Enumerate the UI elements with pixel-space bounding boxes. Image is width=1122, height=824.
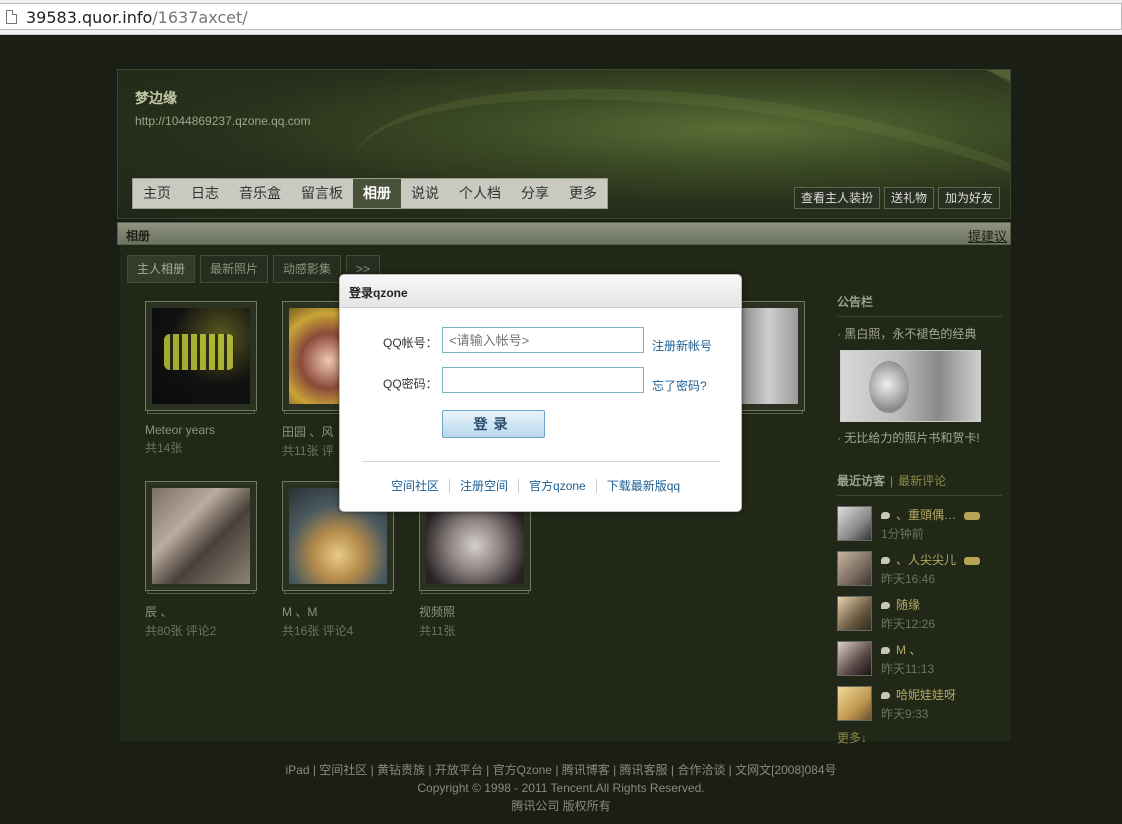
nav-item-status[interactable]: 说说 — [401, 179, 449, 208]
notice-link-1[interactable]: · 黑白照，永不褪色的经典 — [837, 325, 1002, 342]
avatar[interactable] — [837, 551, 872, 586]
download-qq-link[interactable]: 下载最新版qq — [595, 479, 690, 493]
site-title[interactable]: 梦边缘 — [135, 88, 177, 108]
visitor-name[interactable]: M 、 — [896, 643, 921, 657]
avatar[interactable] — [837, 596, 872, 631]
notice-link-2[interactable]: · 无比给力的照片书和贺卡! — [837, 429, 1002, 446]
official-qzone-link[interactable]: 官方qzone — [518, 479, 596, 493]
visitor-name[interactable]: 、重頭偶… — [896, 508, 956, 522]
url-field[interactable]: 39583.quor.info/1637axcet/ — [0, 3, 1122, 30]
album-meta: 共16张 评论4 — [282, 624, 354, 638]
tab-latest-comments[interactable]: 最新评论 — [898, 474, 946, 488]
album-item[interactable]: Meteor years 共14张 — [145, 301, 257, 456]
footer-company: 腾讯公司 版权所有 — [511, 799, 611, 813]
account-label: QQ帐号： — [383, 336, 438, 350]
nav-item-share[interactable]: 分享 — [511, 179, 559, 208]
sidebar: 公告栏 · 黑白照，永不褪色的经典 · 无比给力的照片书和贺卡! 最近访客 | 最新… — [837, 245, 1002, 746]
login-button[interactable]: 登录 — [442, 410, 545, 438]
footer-links[interactable]: iPad | 空间社区 | 黄钻贵族 | 开放平台 | 官方Qzone | 腾讯… — [0, 761, 1122, 779]
album-item[interactable]: 辰 、 共80张 评论2 — [145, 481, 257, 639]
nav-item-blog[interactable]: 日志 — [181, 179, 229, 208]
album-meta: 共11张 — [419, 624, 456, 638]
nav-item-album[interactable]: 相册 — [353, 179, 401, 208]
album-cover[interactable] — [145, 481, 257, 591]
album-meta: 共80张 评论2 — [145, 624, 217, 638]
browser-address-bar: 39583.quor.info/1637axcet/ — [0, 0, 1122, 35]
vip-badge-icon — [964, 511, 981, 520]
section-title: 相册 — [126, 229, 151, 243]
page-footer: iPad | 空间社区 | 黄钻贵族 | 开放平台 | 官方Qzone | 腾讯… — [0, 761, 1122, 815]
album-name[interactable]: Meteor years — [145, 423, 257, 437]
tab-slideshows[interactable]: 动感影集 — [273, 255, 342, 283]
visitor-item[interactable]: 随缘 昨天12:26 — [837, 596, 1002, 631]
tab-recent-visitors[interactable]: 最近访客 — [837, 474, 885, 488]
album-meta: 共14张 — [145, 441, 183, 455]
more-visitors-link[interactable]: 更多↓ — [837, 729, 1002, 746]
view-decoration-button[interactable]: 查看主人装扮 — [793, 187, 880, 209]
main-nav: 主页 日志 音乐盒 留言板 相册 说说 个人档 分享 更多 — [132, 178, 608, 209]
visitor-name[interactable]: 、人尖尖儿 — [896, 553, 956, 567]
password-label: QQ密码： — [383, 377, 438, 391]
nav-item-profile[interactable]: 个人档 — [449, 179, 511, 208]
chat-bubble-icon — [881, 692, 890, 700]
chat-bubble-icon — [881, 602, 890, 610]
register-space-link[interactable]: 注册空间 — [449, 479, 518, 493]
chat-bubble-icon — [881, 647, 890, 655]
visitor-item[interactable]: 哈妮娃娃呀 昨天9:33 — [837, 686, 1002, 721]
notice-title: 公告栏 — [837, 293, 1002, 317]
footer-copyright: Copyright © 1998 - 2011 Tencent.All Righ… — [417, 781, 705, 795]
visit-time: 昨天12:26 — [881, 617, 936, 631]
avatar[interactable] — [837, 506, 872, 541]
notice-image[interactable] — [840, 350, 981, 422]
password-input[interactable] — [442, 367, 644, 393]
forgot-password-link[interactable]: 忘了密码? — [652, 377, 707, 394]
visitor-name[interactable]: 哈妮娃娃呀 — [896, 688, 956, 702]
vip-badge-icon — [964, 556, 981, 565]
visitor-item[interactable]: 、重頭偶… 1分钟前 — [837, 506, 1002, 541]
page-icon — [6, 10, 17, 24]
header-banner: 梦边缘 http://1044869237.qzone.qq.com 主页 日志… — [117, 69, 1011, 219]
avatar[interactable] — [837, 641, 872, 676]
album-name[interactable]: 辰 、 — [145, 603, 257, 620]
owner-actions: 查看主人装扮 送礼物 加为好友 — [793, 187, 1000, 209]
visit-time: 1分钟前 — [881, 527, 924, 541]
visitor-item[interactable]: M 、 昨天11:13 — [837, 641, 1002, 676]
visit-time: 昨天16:46 — [881, 572, 936, 586]
avatar[interactable] — [837, 686, 872, 721]
site-url[interactable]: http://1044869237.qzone.qq.com — [135, 114, 310, 128]
tab-latest-photos[interactable]: 最新照片 — [200, 255, 269, 283]
dialog-title: 登录qzone — [340, 275, 741, 308]
login-dialog: 登录qzone QQ帐号： 注册新帐号 QQ密码： 忘了密码? 登录 空间社区 … — [339, 274, 742, 512]
nav-item-more[interactable]: 更多 — [559, 179, 607, 208]
suggest-link[interactable]: 提建议 — [968, 226, 1007, 245]
tab-owner-albums[interactable]: 主人相册 — [127, 255, 196, 283]
visitor-item[interactable]: 、人尖尖儿 昨天16:46 — [837, 551, 1002, 586]
chat-bubble-icon — [881, 557, 890, 565]
visit-time: 昨天9:33 — [881, 707, 929, 721]
visitor-name[interactable]: 随缘 — [896, 598, 920, 612]
chat-bubble-icon — [881, 512, 890, 520]
account-input[interactable] — [442, 327, 644, 353]
visitors-header: 最近访客 | 最新评论 — [837, 472, 1002, 496]
send-gift-button[interactable]: 送礼物 — [883, 187, 934, 209]
nav-item-music[interactable]: 音乐盒 — [229, 179, 291, 208]
register-account-link[interactable]: 注册新帐号 — [652, 337, 712, 354]
nav-item-guestbook[interactable]: 留言板 — [291, 179, 353, 208]
url-text[interactable]: 39583.quor.info/1637axcet/ — [26, 8, 248, 27]
section-bar: 相册 提建议 — [117, 222, 1011, 245]
community-link[interactable]: 空间社区 — [381, 479, 449, 493]
dialog-divider — [362, 461, 720, 462]
add-friend-button[interactable]: 加为好友 — [937, 187, 1000, 209]
dialog-footer-links: 空间社区 注册空间 官方qzone 下载最新版qq — [381, 479, 690, 493]
album-cover[interactable] — [145, 301, 257, 411]
album-name[interactable]: 视频照 — [419, 603, 531, 620]
album-name[interactable]: M 、M — [282, 603, 394, 620]
visit-time: 昨天11:13 — [881, 662, 935, 676]
nav-item-home[interactable]: 主页 — [133, 179, 181, 208]
